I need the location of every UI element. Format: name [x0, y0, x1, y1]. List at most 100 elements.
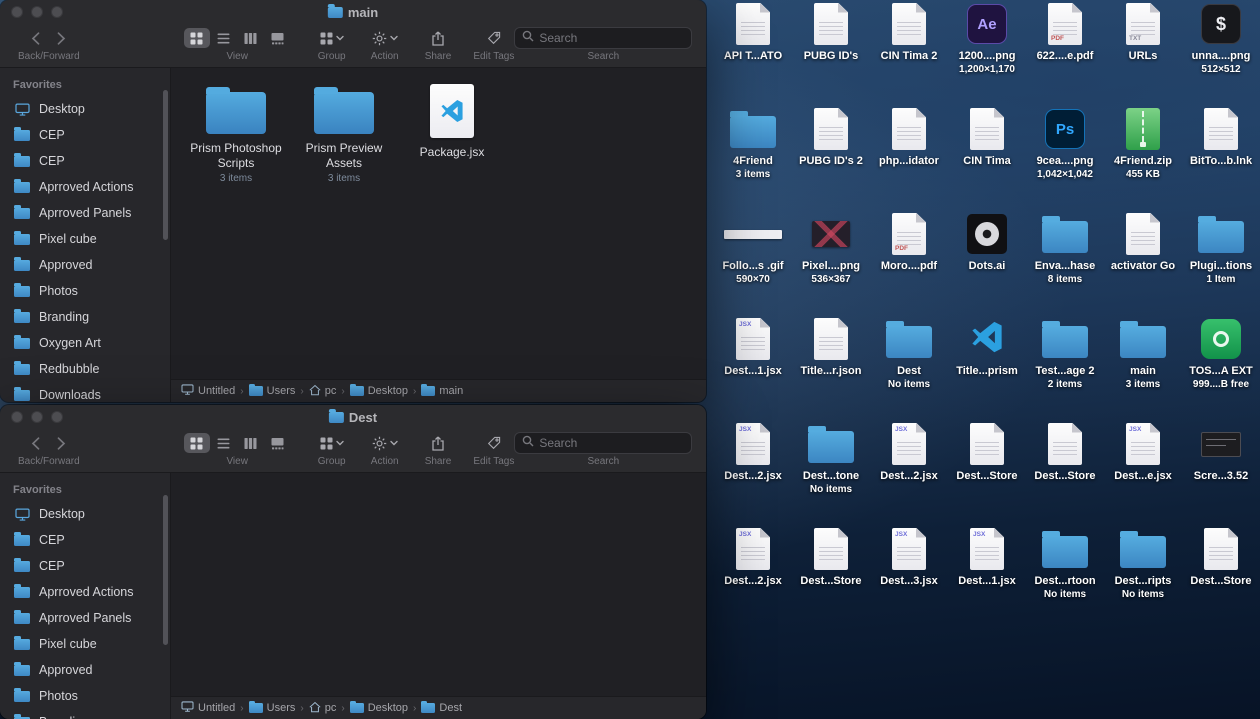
sidebar-item-redbubble[interactable]: Redbubble — [6, 356, 164, 382]
breadcrumb-untitled[interactable]: Untitled — [181, 701, 235, 715]
back-button[interactable] — [23, 27, 49, 49]
desktop-icon-dest-e-jsx[interactable]: JSX Dest...e.jsx — [1104, 422, 1182, 483]
minimize-button[interactable] — [31, 411, 43, 423]
sidebar-item-aprroved-panels[interactable]: Aprroved Panels — [6, 605, 164, 631]
desktop-icon-enva-hase[interactable]: Enva...hase 8 items — [1026, 212, 1104, 285]
close-button[interactable] — [11, 6, 23, 18]
window-titlebar[interactable]: Dest — [0, 405, 706, 429]
desktop-icon-dest-3-jsx[interactable]: JSX Dest...3.jsx — [870, 527, 948, 588]
desktop-icon-1200-png[interactable]: Ae 1200....png 1,200×1,170 — [948, 2, 1026, 75]
breadcrumb-pc[interactable]: pc — [309, 384, 336, 399]
desktop-icon-scre-3-52[interactable]: Scre...3.52 — [1182, 422, 1260, 483]
sidebar-item-branding[interactable]: Branding — [6, 304, 164, 330]
sidebar-item-downloads[interactable]: Downloads — [6, 382, 164, 402]
breadcrumb-users[interactable]: Users — [248, 700, 295, 714]
search-input[interactable] — [539, 436, 685, 450]
sidebar-item-oxygen-art[interactable]: Oxygen Art — [6, 330, 164, 356]
breadcrumb-pc[interactable]: pc — [309, 701, 336, 716]
desktop-icon-dots-ai[interactable]: Dots.ai — [948, 212, 1026, 273]
edit-tags-button[interactable] — [484, 27, 504, 49]
back-button[interactable] — [23, 432, 49, 454]
desktop-icon-dest-rtoon[interactable]: Dest...rtoon No items — [1026, 527, 1104, 600]
sidebar-item-photos[interactable]: Photos — [6, 278, 164, 304]
view-icons-button[interactable] — [183, 433, 210, 453]
desktop-icon-main[interactable]: main 3 items — [1104, 317, 1182, 390]
action-button[interactable] — [369, 432, 401, 454]
desktop-icon-follo-s-gif[interactable]: Follo...s .gif 590×70 — [714, 212, 792, 285]
sidebar-item-cep[interactable]: CEP — [6, 122, 164, 148]
sidebar-item-aprroved-actions[interactable]: Aprroved Actions — [6, 579, 164, 605]
desktop-icon-4friend[interactable]: 4Friend 3 items — [714, 107, 792, 180]
file-item-package-jsx[interactable]: Package.jsx — [399, 84, 505, 160]
breadcrumb-users[interactable]: Users — [248, 383, 295, 397]
desktop-icon-dest-ripts[interactable]: Dest...ripts No items — [1104, 527, 1182, 600]
desktop-icon-plugi-tions[interactable]: Plugi...tions 1 Item — [1182, 212, 1260, 285]
desktop-icon-dest-2-jsx[interactable]: JSX Dest...2.jsx — [714, 422, 792, 483]
desktop-icon-bitto-b-lnk[interactable]: BitTo...b.lnk — [1182, 107, 1260, 168]
sidebar-item-approved[interactable]: Approved — [6, 252, 164, 278]
file-item-prism-photoshop-scripts[interactable]: Prism Photoshop Scripts 3 items — [183, 84, 289, 184]
group-button[interactable] — [317, 432, 347, 454]
desktop-icon-dest-store[interactable]: Dest...Store — [1182, 527, 1260, 588]
desktop-icon-dest-1-jsx[interactable]: JSX Dest...1.jsx — [948, 527, 1026, 588]
sidebar-item-cep[interactable]: CEP — [6, 148, 164, 174]
sidebar-item-aprroved-actions[interactable]: Aprroved Actions — [6, 174, 164, 200]
desktop-icon-activator-go[interactable]: activator Go — [1104, 212, 1182, 273]
zoom-button[interactable] — [51, 6, 63, 18]
desktop-icon-title-r-json[interactable]: Title...r.json — [792, 317, 870, 378]
breadcrumb-desktop[interactable]: Desktop — [349, 700, 408, 714]
search-input[interactable] — [539, 31, 685, 45]
desktop-icon-dest-store[interactable]: Dest...Store — [792, 527, 870, 588]
desktop-icon-dest-2-jsx[interactable]: JSX Dest...2.jsx — [870, 422, 948, 483]
desktop-icon-4friend-zip[interactable]: 4Friend.zip 455 KB — [1104, 107, 1182, 180]
breadcrumb-dest[interactable]: Dest — [421, 700, 462, 714]
breadcrumb-main[interactable]: main — [421, 383, 463, 397]
close-button[interactable] — [11, 411, 23, 423]
view-list-button[interactable] — [211, 433, 237, 453]
desktop-icon-dest[interactable]: Dest No items — [870, 317, 948, 390]
file-content-area[interactable] — [171, 473, 706, 696]
sidebar-scrollbar[interactable] — [163, 495, 168, 645]
minimize-button[interactable] — [31, 6, 43, 18]
desktop-icon-9cea-png[interactable]: Ps 9cea....png 1,042×1,042 — [1026, 107, 1104, 180]
desktop-icon-dest-store[interactable]: Dest...Store — [1026, 422, 1104, 483]
group-button[interactable] — [317, 27, 347, 49]
desktop-icon-dest-2-jsx[interactable]: JSX Dest...2.jsx — [714, 527, 792, 588]
sidebar-item-branding[interactable]: Branding — [6, 709, 164, 719]
desktop-icon-test-age-2[interactable]: Test...age 22 items — [1026, 317, 1104, 390]
sidebar-item-cep[interactable]: CEP — [6, 527, 164, 553]
window-titlebar[interactable]: main — [0, 0, 706, 24]
sidebar-item-aprroved-panels[interactable]: Aprroved Panels — [6, 200, 164, 226]
zoom-button[interactable] — [51, 411, 63, 423]
edit-tags-button[interactable] — [484, 432, 504, 454]
forward-button[interactable] — [49, 27, 75, 49]
breadcrumb-desktop[interactable]: Desktop — [349, 383, 408, 397]
sidebar-item-pixel-cube[interactable]: Pixel cube — [6, 226, 164, 252]
desktop-icon-pubg-id-s[interactable]: PUBG ID's — [792, 2, 870, 63]
desktop-icon-cin-tima[interactable]: CIN Tima — [948, 107, 1026, 168]
sidebar-item-desktop[interactable]: Desktop — [6, 501, 164, 527]
sidebar-scrollbar[interactable] — [163, 90, 168, 240]
desktop-icon-dest-tone[interactable]: Dest...tone No items — [792, 422, 870, 495]
desktop-icon-title-prism[interactable]: Title...prism — [948, 317, 1026, 378]
search-field[interactable] — [514, 432, 693, 454]
desktop-icon-dest-1-jsx[interactable]: JSX Dest...1.jsx — [714, 317, 792, 378]
breadcrumb-untitled[interactable]: Untitled — [181, 384, 235, 398]
desktop-icon-pubg-id-s-2[interactable]: PUBG ID's 2 — [792, 107, 870, 168]
desktop-icon-php-idator[interactable]: php...idator — [870, 107, 948, 168]
view-gallery-button[interactable] — [265, 433, 291, 453]
file-item-prism-preview-assets[interactable]: Prism Preview Assets 3 items — [291, 84, 397, 184]
desktop-icon-tos-a-ext[interactable]: TOS...A EXT 999....B free — [1182, 317, 1260, 390]
desktop-icon-622-e-pdf[interactable]: PDF 622....e.pdf — [1026, 2, 1104, 63]
desktop-icon-unna-png[interactable]: $ unna....png 512×512 — [1182, 2, 1260, 75]
view-gallery-button[interactable] — [265, 28, 291, 48]
view-columns-button[interactable] — [238, 28, 264, 48]
share-button[interactable] — [428, 432, 448, 454]
sidebar-item-cep[interactable]: CEP — [6, 553, 164, 579]
view-columns-button[interactable] — [238, 433, 264, 453]
desktop-icon-moro-pdf[interactable]: PDF Moro....pdf — [870, 212, 948, 273]
sidebar-item-approved[interactable]: Approved — [6, 657, 164, 683]
action-button[interactable] — [369, 27, 401, 49]
view-list-button[interactable] — [211, 28, 237, 48]
desktop-icon-dest-store[interactable]: Dest...Store — [948, 422, 1026, 483]
